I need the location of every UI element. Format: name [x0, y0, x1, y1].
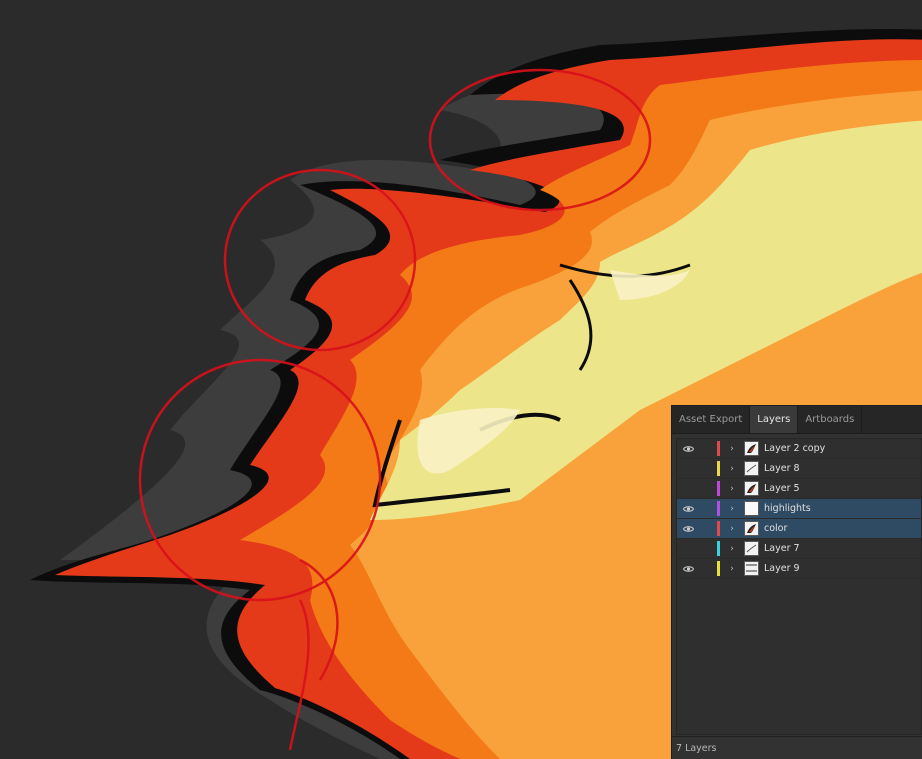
- layer-row[interactable]: › Layer 9: [677, 559, 921, 579]
- layer-thumbnail: [744, 561, 759, 576]
- layer-name[interactable]: color: [764, 523, 787, 534]
- chevron-right-icon[interactable]: ›: [726, 464, 738, 474]
- chevron-right-icon[interactable]: ›: [726, 444, 738, 454]
- layer-name[interactable]: Layer 2 copy: [764, 443, 825, 454]
- layer-color-swatch: [717, 441, 720, 456]
- layer-color-swatch: [717, 561, 720, 576]
- visibility-eye-icon[interactable]: [681, 445, 695, 453]
- layer-row[interactable]: › highlights: [677, 499, 921, 519]
- chevron-right-icon[interactable]: ›: [726, 484, 738, 494]
- chevron-right-icon[interactable]: ›: [726, 544, 738, 554]
- layer-color-swatch: [717, 481, 720, 496]
- layer-color-swatch: [717, 521, 720, 536]
- layer-row[interactable]: › color: [677, 519, 921, 539]
- visibility-eye-icon[interactable]: [681, 505, 695, 513]
- layers-count: 7 Layers: [672, 736, 922, 759]
- tab-artboards[interactable]: Artboards: [798, 406, 863, 433]
- layer-color-swatch: [717, 461, 720, 476]
- tab-asset-export[interactable]: Asset Export: [672, 406, 751, 433]
- layer-name[interactable]: highlights: [764, 503, 811, 514]
- layer-row[interactable]: › Layer 7: [677, 539, 921, 559]
- layer-thumbnail: [744, 501, 759, 516]
- chevron-right-icon[interactable]: ›: [726, 504, 738, 514]
- visibility-eye-icon[interactable]: [681, 565, 695, 573]
- layer-thumbnail: [744, 441, 759, 456]
- visibility-eye-icon[interactable]: [681, 525, 695, 533]
- chevron-right-icon[interactable]: ›: [726, 564, 738, 574]
- layer-color-swatch: [717, 501, 720, 516]
- layer-row[interactable]: › Layer 2 copy: [677, 439, 921, 459]
- layer-row[interactable]: › Layer 5: [677, 479, 921, 499]
- layer-name[interactable]: Layer 9: [764, 563, 800, 574]
- layers-panel: Asset Export Layers Artboards › Layer 2 c…: [671, 405, 922, 759]
- layer-name[interactable]: Layer 8: [764, 463, 800, 474]
- layers-list: › Layer 2 copy › Layer 8 › Layer 5 › highlights…: [676, 438, 922, 735]
- tab-layers[interactable]: Layers: [750, 406, 799, 433]
- layer-name[interactable]: Layer 5: [764, 483, 800, 494]
- panel-tab-bar: Asset Export Layers Artboards: [672, 406, 922, 434]
- layer-row[interactable]: › Layer 8: [677, 459, 921, 479]
- layer-thumbnail: [744, 521, 759, 536]
- chevron-right-icon[interactable]: ›: [726, 524, 738, 534]
- layer-thumbnail: [744, 481, 759, 496]
- layer-name[interactable]: Layer 7: [764, 543, 800, 554]
- layer-thumbnail: [744, 541, 759, 556]
- layer-thumbnail: [744, 461, 759, 476]
- layer-color-swatch: [717, 541, 720, 556]
